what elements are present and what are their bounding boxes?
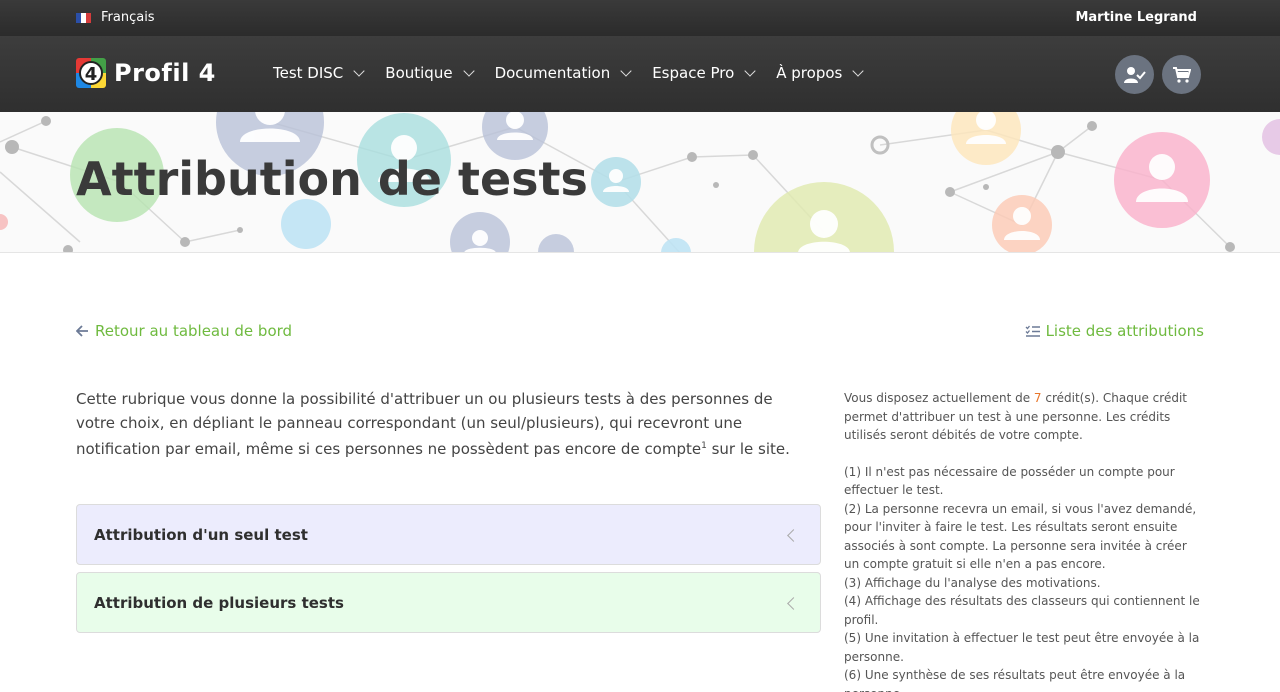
site-logo[interactable]: 4 Profil 4 [76,58,216,88]
menu-item-a-propos[interactable]: À propos [776,64,865,82]
list-check-icon [1025,325,1040,337]
logo-text: Profil 4 [114,59,216,87]
menu-label: Boutique [385,64,453,82]
menu-label: À propos [776,64,843,82]
list-link-label: Liste des attributions [1045,322,1204,340]
logo-mark-icon: 4 [76,58,106,88]
chevron-down-icon [744,65,756,77]
footnote-3: (3) Affichage du l'analyse des motivatio… [844,575,1101,590]
main-menu: Test DISC Boutique Documentation Espace … [273,64,865,82]
account-button[interactable] [1115,55,1154,94]
panel-multiple-tests[interactable]: Attribution de plusieurs tests [76,572,821,633]
french-flag-icon [76,12,91,23]
menu-label: Test DISC [273,64,344,82]
hero-banner: Attribution de tests [0,112,1280,253]
credits-count: 7 [1033,391,1042,405]
panel-single-test[interactable]: Attribution d'un seul test [76,504,821,565]
chevron-left-icon [787,597,800,610]
cart-button[interactable] [1162,55,1201,94]
credits-text: Vous disposez actuellement de [844,391,1034,405]
chevron-down-icon [462,65,475,77]
language-selector[interactable]: Français [76,10,155,25]
menu-label: Espace Pro [652,64,735,82]
menu-item-espace-pro[interactable]: Espace Pro [652,64,756,82]
page-title: Attribution de tests [76,152,588,206]
back-to-dashboard-link[interactable]: Retour au tableau de bord [76,322,292,340]
footnote-6: (6) Une synthèse de ses résultats peut ê… [844,668,1186,692]
chevron-left-icon [787,529,800,542]
language-label: Français [101,10,155,25]
logo-digit: 4 [79,61,103,85]
user-check-icon [1123,66,1146,83]
arrow-left-icon [76,325,88,337]
sidebar-info: Vous disposez actuellement de 7 crédit(s… [844,389,1204,692]
footnote-2: (2) La personne recevra un email, si vou… [844,501,1197,572]
chevron-down-icon [353,65,365,77]
footnote-4: (4) Affichage des résultats des classeur… [844,594,1200,627]
chevron-down-icon [620,65,632,77]
footnote-5: (5) Une invitation à effectuer le test p… [844,631,1200,664]
top-bar: Français Martine Legrand [0,0,1280,36]
back-link-label: Retour au tableau de bord [95,322,293,340]
chevron-down-icon [852,65,865,77]
credits-info: Vous disposez actuellement de 7 crédit(s… [844,389,1204,445]
intro-paragraph: Cette rubrique vous donne la possibilité… [76,388,806,462]
cart-icon [1172,66,1191,83]
menu-item-documentation[interactable]: Documentation [494,64,632,82]
footnote-1: (1) Il n'est pas nécessaire de posséder … [844,464,1175,498]
intro-text: Cette rubrique vous donne la possibilité… [76,390,773,458]
panel-title: Attribution d'un seul test [94,525,308,544]
menu-item-test-disc[interactable]: Test DISC [273,64,365,82]
panel-title: Attribution de plusieurs tests [94,593,344,612]
menu-label: Documentation [494,64,611,82]
attributions-list-link[interactable]: Liste des attributions [1025,322,1204,340]
user-name[interactable]: Martine Legrand [1075,10,1197,25]
main-navbar: 4 Profil 4 Test DISC Boutique Documentat… [0,36,1280,112]
menu-item-boutique[interactable]: Boutique [385,64,475,82]
intro-text-end: sur le site. [706,440,790,458]
